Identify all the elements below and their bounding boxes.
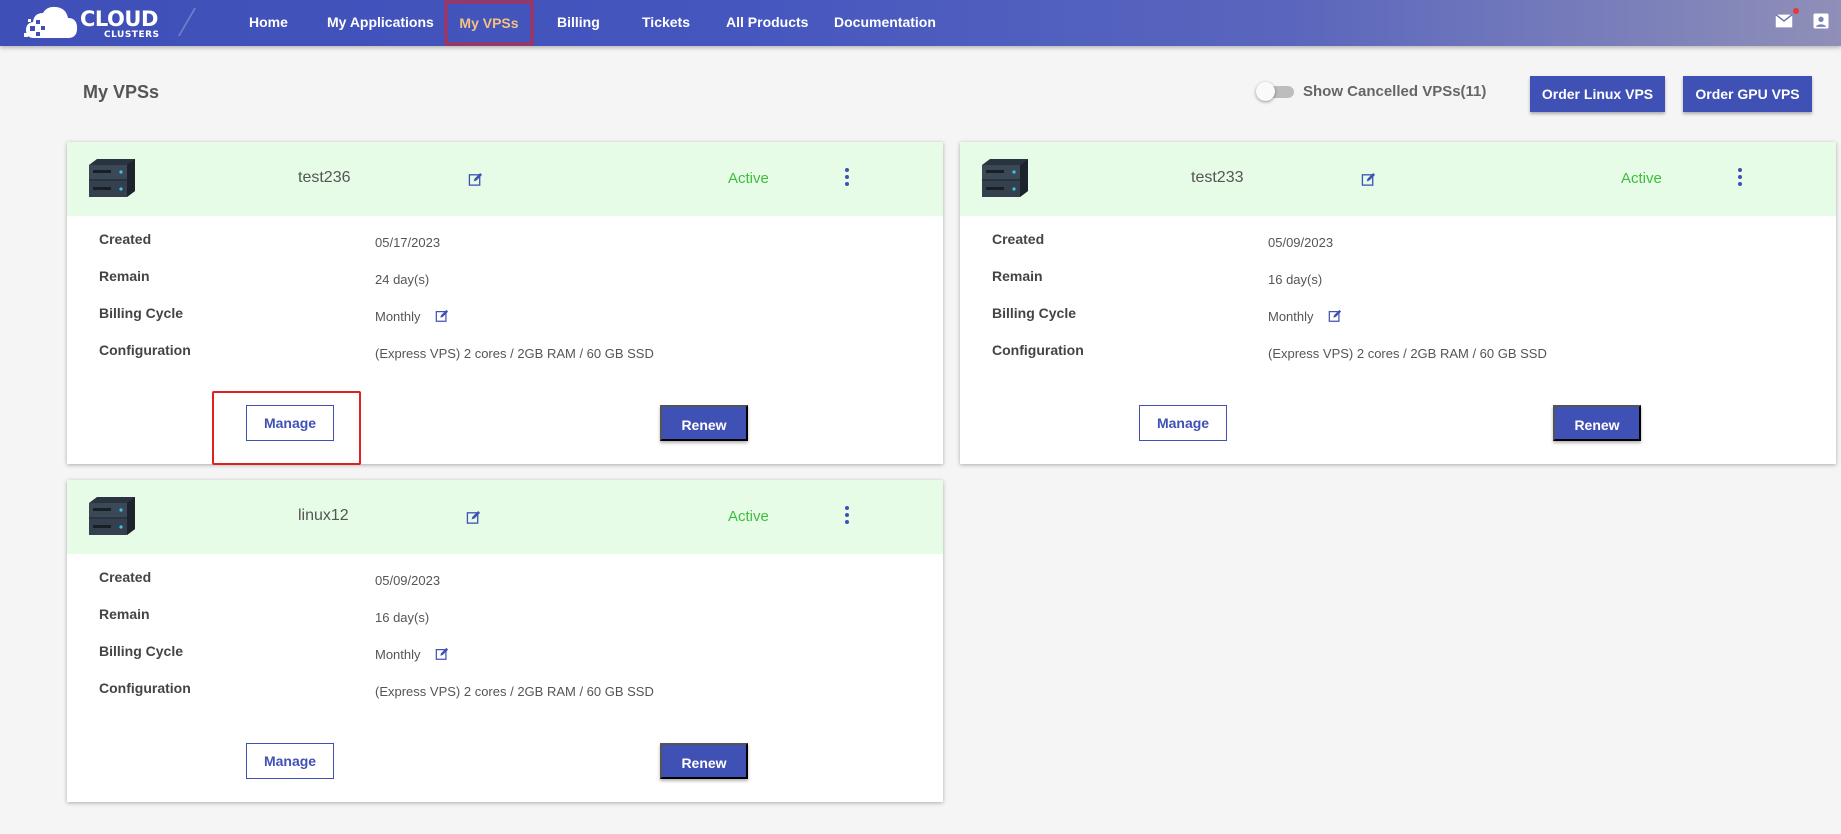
nav-home[interactable]: Home — [249, 0, 288, 46]
mail-icon[interactable] — [1773, 10, 1795, 32]
more-options-icon[interactable] — [843, 506, 851, 528]
nav-tickets[interactable]: Tickets — [642, 0, 690, 46]
vps-card-header: test233 Active — [960, 142, 1836, 216]
created-value: 05/17/2023 — [375, 235, 441, 250]
created-label: Created — [99, 569, 152, 585]
nav-my-applications[interactable]: My Applications — [327, 0, 434, 46]
edit-billing-icon[interactable] — [435, 309, 449, 323]
renew-button[interactable]: Renew — [1553, 405, 1641, 441]
created-label: Created — [992, 231, 1045, 247]
remain-label: Remain — [99, 606, 150, 622]
status-badge: Active — [728, 170, 769, 187]
vps-name: test233 — [1191, 169, 1244, 186]
vps-card: test236 Active Created 05/17/2023 Remain… — [67, 142, 943, 464]
vps-name: test236 — [298, 169, 351, 186]
server-icon — [982, 159, 1028, 197]
nav-documentation[interactable]: Documentation — [834, 0, 936, 46]
order-gpu-vps-button[interactable]: Order GPU VPS — [1683, 76, 1812, 112]
status-badge: Active — [728, 508, 769, 525]
more-options-icon[interactable] — [1736, 168, 1744, 190]
configuration-value: (Express VPS) 2 cores / 2GB RAM / 60 GB … — [375, 346, 654, 361]
created-label: Created — [99, 231, 152, 247]
server-icon — [89, 159, 135, 197]
nav-all-products[interactable]: All Products — [726, 0, 808, 46]
page-title: My VPSs — [83, 82, 160, 102]
configuration-label: Configuration — [99, 342, 191, 358]
order-linux-vps-button[interactable]: Order Linux VPS — [1530, 76, 1665, 112]
logo-subtext: CLUSTERS — [104, 30, 160, 40]
nav-billing[interactable]: Billing — [557, 0, 600, 46]
remain-label: Remain — [992, 268, 1043, 284]
vps-card: test233 Active Created 05/09/2023 Remain… — [960, 142, 1836, 464]
billing-cycle-value: Monthly — [375, 647, 421, 662]
manage-button[interactable]: Manage — [246, 743, 334, 779]
status-badge: Active — [1621, 170, 1662, 187]
remain-value: 16 day(s) — [1268, 272, 1323, 287]
show-cancelled-label: Show Cancelled VPSs(11) — [1303, 83, 1487, 100]
account-icon[interactable] — [1811, 10, 1831, 32]
created-value: 05/09/2023 — [375, 573, 441, 588]
logo-text: CLOUD — [80, 7, 158, 31]
cloud-logo-icon — [24, 6, 78, 38]
top-navbar: CLOUD CLUSTERS Home My Applications My V… — [0, 0, 1841, 46]
manage-button[interactable]: Manage — [1139, 405, 1227, 441]
vps-card-header: test236 Active — [67, 142, 943, 216]
configuration-value: (Express VPS) 2 cores / 2GB RAM / 60 GB … — [1268, 346, 1547, 361]
billing-cycle-label: Billing Cycle — [992, 305, 1077, 321]
remain-label: Remain — [99, 268, 150, 284]
billing-cycle-value: Monthly — [1268, 309, 1314, 324]
divider — [177, 8, 197, 36]
toggle-thumb — [1256, 82, 1275, 101]
billing-cycle-label: Billing Cycle — [99, 643, 184, 659]
edit-name-icon[interactable] — [1361, 172, 1376, 187]
more-options-icon[interactable] — [843, 168, 851, 190]
billing-cycle-value: Monthly — [375, 309, 421, 324]
renew-button[interactable]: Renew — [660, 405, 748, 441]
billing-cycle-label: Billing Cycle — [99, 305, 184, 321]
vps-card: linux12 Active Created 05/09/2023 Remain… — [67, 480, 943, 802]
renew-button[interactable]: Renew — [660, 743, 748, 779]
edit-billing-icon[interactable] — [435, 647, 449, 661]
notification-dot — [1793, 8, 1799, 14]
created-value: 05/09/2023 — [1268, 235, 1334, 250]
show-cancelled-toggle[interactable] — [1256, 82, 1294, 101]
manage-highlight — [212, 391, 361, 465]
vps-name: linux12 — [298, 507, 349, 524]
configuration-label: Configuration — [99, 680, 191, 696]
edit-name-icon[interactable] — [466, 510, 481, 525]
remain-value: 16 day(s) — [375, 610, 430, 625]
edit-billing-icon[interactable] — [1328, 309, 1342, 323]
server-icon — [89, 497, 135, 535]
vps-card-header: linux12 Active — [67, 480, 943, 554]
nav-my-vpss[interactable]: My VPSs — [445, 1, 533, 45]
cloud-clusters-logo[interactable]: CLOUD CLUSTERS — [24, 4, 174, 42]
configuration-label: Configuration — [992, 342, 1084, 358]
edit-name-icon[interactable] — [468, 172, 483, 187]
configuration-value: (Express VPS) 2 cores / 2GB RAM / 60 GB … — [375, 684, 654, 699]
remain-value: 24 day(s) — [375, 272, 430, 287]
